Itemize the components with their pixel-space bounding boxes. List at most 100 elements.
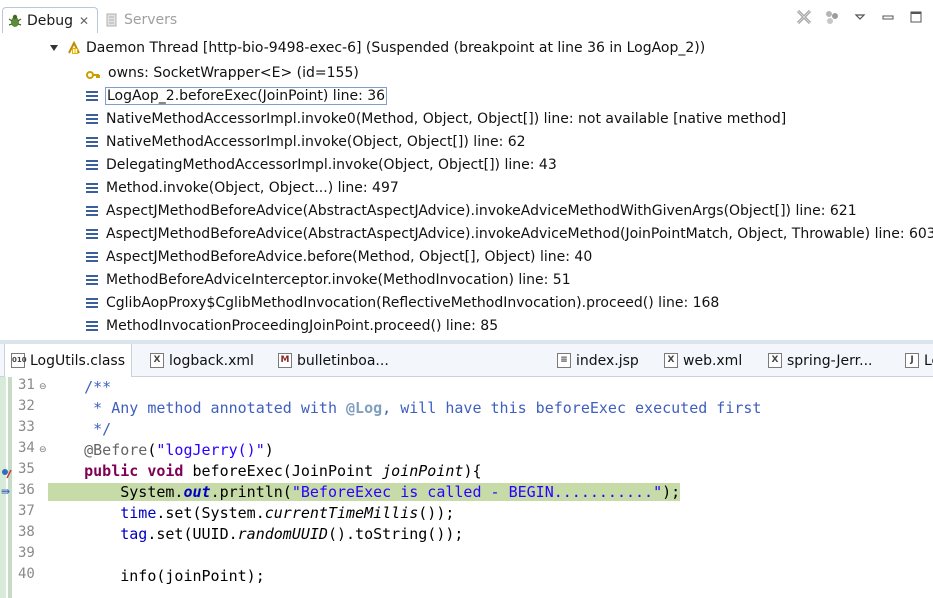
code-line: public void beforeExec(JoinPoint joinPoi…: [84, 462, 482, 480]
editor-tab-label: index.jsp: [576, 352, 639, 369]
editor-tab-bulletinboard[interactable]: M bulletinboa...: [278, 344, 389, 377]
maximize-icon[interactable]: [907, 8, 925, 26]
code-line: */: [84, 420, 112, 438]
editor-tab-label: bulletinboa...: [297, 352, 389, 369]
xml-file-icon: X: [664, 353, 678, 368]
stack-frame-label: LogAop_2.beforeExec(JoinPoint) line: 36: [104, 86, 388, 105]
fold-toggle-icon[interactable]: ⊖: [39, 382, 47, 392]
stack-frame-list: owns: SocketWrapper<E> (id=155) LogAop_2…: [86, 61, 933, 337]
line-number: 39: [18, 545, 35, 561]
stack-frame-icon: [86, 320, 98, 331]
fold-toggle-icon[interactable]: ⊖: [39, 445, 47, 455]
code-line: tag.set(UUID.randomUUID().toString());: [120, 525, 464, 543]
debug-view-tabbar: Debug ✕ Servers: [0, 0, 933, 33]
minimize-icon[interactable]: [879, 8, 897, 26]
editor-tab-label: logback.xml: [169, 352, 254, 369]
thread-node[interactable]: Daemon Thread [http-bio-9498-exec-6] (Su…: [50, 38, 705, 58]
threads-icon[interactable]: [823, 8, 841, 26]
stack-frame-label: NativeMethodAccessorImpl.invoke0(Method,…: [106, 110, 787, 127]
editor-tab-index-jsp[interactable]: ≡ index.jsp: [557, 344, 639, 377]
debug-bug-icon: [7, 13, 23, 29]
stack-frame-icon: [86, 205, 98, 216]
stack-frame-label: AspectJMethodBeforeAdvice(AbstractAspect…: [106, 225, 933, 242]
stack-frame[interactable]: MethodInvocationProceedingJoinPoint.proc…: [86, 314, 933, 337]
code-line: /**: [84, 378, 112, 396]
key-icon: [86, 68, 100, 79]
class-file-icon: 010: [11, 353, 27, 368]
jsp-file-icon: ≡: [557, 353, 571, 368]
mapper-file-icon: M: [278, 353, 292, 368]
breakpoint-icon[interactable]: [1, 465, 13, 479]
stack-frame-label: DelegatingMethodAccessorImpl.invoke(Obje…: [106, 156, 557, 173]
stack-frame-label: AspectJMethodBeforeAdvice(AbstractAspect…: [106, 202, 857, 219]
editor-tab-logback[interactable]: X logback.xml: [150, 344, 254, 377]
editor-tab-logutils[interactable]: 010 LogUtils.class: [4, 344, 133, 377]
stack-frame-label: Method.invoke(Object, Object...) line: 4…: [106, 179, 399, 196]
tab-debug[interactable]: Debug ✕: [2, 7, 98, 33]
debug-view-toolbar: [795, 8, 925, 26]
editor-tab-spring-jerry[interactable]: X spring-Jerr...: [768, 344, 873, 377]
debug-view: Debug ✕ Servers Daemon Thread [http-bio-…: [0, 0, 933, 340]
line-number: 32: [18, 398, 35, 414]
servers-icon: [104, 12, 120, 28]
stack-frame[interactable]: CglibAopProxy$CglibMethodInvocation(Refl…: [86, 291, 933, 314]
java-file-icon: J: [905, 353, 919, 368]
stack-frame-icon: [86, 182, 98, 193]
stack-frame-label: NativeMethodAccessorImpl.invoke(Object, …: [106, 133, 526, 150]
tab-servers[interactable]: Servers: [104, 7, 177, 33]
owned-monitor-node[interactable]: owns: SocketWrapper<E> (id=155): [86, 61, 933, 84]
stack-frame-icon: [86, 159, 98, 170]
stack-frame[interactable]: NativeMethodAccessorImpl.invoke0(Method,…: [86, 107, 933, 130]
java-editor[interactable]: 31 32 33 34 35 36 37 38 39 40 ⊖ ⊖ ⇛ /** …: [0, 377, 933, 598]
current-line: System.out.println("BeforeExec is called…: [48, 482, 681, 503]
stack-frame[interactable]: AspectJMethodBeforeAdvice(AbstractAspect…: [86, 222, 933, 245]
line-number: 37: [18, 503, 35, 519]
editor-tab-label: spring-Jerr...: [787, 352, 873, 369]
stack-frame-label: MethodBeforeAdviceInterceptor.invoke(Met…: [106, 271, 571, 288]
xml-file-icon: X: [768, 353, 782, 368]
close-icon[interactable]: ✕: [79, 14, 89, 28]
stack-frame-label: MethodInvocationProceedingJoinPoint.proc…: [106, 317, 499, 334]
line-number: 36: [18, 482, 35, 498]
stack-frame[interactable]: AspectJMethodBeforeAdvice(AbstractAspect…: [86, 199, 933, 222]
owned-monitor-label: owns: SocketWrapper<E> (id=155): [108, 64, 359, 81]
stack-frame[interactable]: AspectJMethodBeforeAdvice.before(Method,…: [86, 245, 933, 268]
editor-tab-web-xml[interactable]: X web.xml: [664, 344, 742, 377]
code-line: info(joinPoint);: [84, 567, 265, 585]
editor-tab-lo[interactable]: J Lo: [905, 344, 933, 377]
editor-tab-label: LogUtils.class: [30, 352, 126, 369]
stack-frame-label: CglibAopProxy$CglibMethodInvocation(Refl…: [106, 294, 720, 311]
stack-frame[interactable]: Method.invoke(Object, Object...) line: 4…: [86, 176, 933, 199]
stack-frame-label: AspectJMethodBeforeAdvice.before(Method,…: [106, 248, 593, 265]
stack-frame-icon: [86, 228, 98, 239]
stack-frame-icon: [86, 297, 98, 308]
line-number: 35: [18, 461, 35, 477]
instruction-pointer-icon: ⇛: [1, 485, 11, 498]
tab-debug-label: Debug: [27, 12, 74, 29]
view-menu-icon[interactable]: [851, 8, 869, 26]
suspended-thread-icon: [66, 40, 82, 56]
stack-frame[interactable]: NativeMethodAccessorImpl.invoke(Object, …: [86, 130, 933, 153]
stack-frame-icon: [86, 113, 98, 124]
editor-tabbar: 010 LogUtils.class X logback.xml M bulle…: [0, 344, 933, 377]
stack-frame-icon: [86, 274, 98, 285]
stack-frame-icon: [86, 251, 98, 262]
xml-file-icon: X: [150, 353, 164, 368]
editor-tab-label: Lo: [924, 352, 933, 369]
stack-frame[interactable]: LogAop_2.beforeExec(JoinPoint) line: 36: [86, 84, 933, 107]
stack-frame-icon: [86, 90, 98, 101]
stack-frame[interactable]: DelegatingMethodAccessorImpl.invoke(Obje…: [86, 153, 933, 176]
expand-twisty-icon[interactable]: [50, 45, 58, 51]
code-line: * Any method annotated with @Log, will h…: [84, 399, 762, 417]
line-number: 33: [18, 419, 35, 435]
code-line: @Before("logJerry()"): [84, 441, 274, 459]
stack-frame-icon: [86, 136, 98, 147]
editor-tab-label: web.xml: [683, 352, 743, 369]
remove-terminated-icon[interactable]: [795, 8, 813, 26]
thread-label: Daemon Thread [http-bio-9498-exec-6] (Su…: [86, 40, 706, 56]
tab-servers-label: Servers: [124, 12, 178, 28]
line-number: 38: [18, 524, 35, 540]
line-number: 40: [18, 566, 35, 582]
stack-frame[interactable]: MethodBeforeAdviceInterceptor.invoke(Met…: [86, 268, 933, 291]
code-line: time.set(System.currentTimeMillis());: [120, 504, 455, 522]
